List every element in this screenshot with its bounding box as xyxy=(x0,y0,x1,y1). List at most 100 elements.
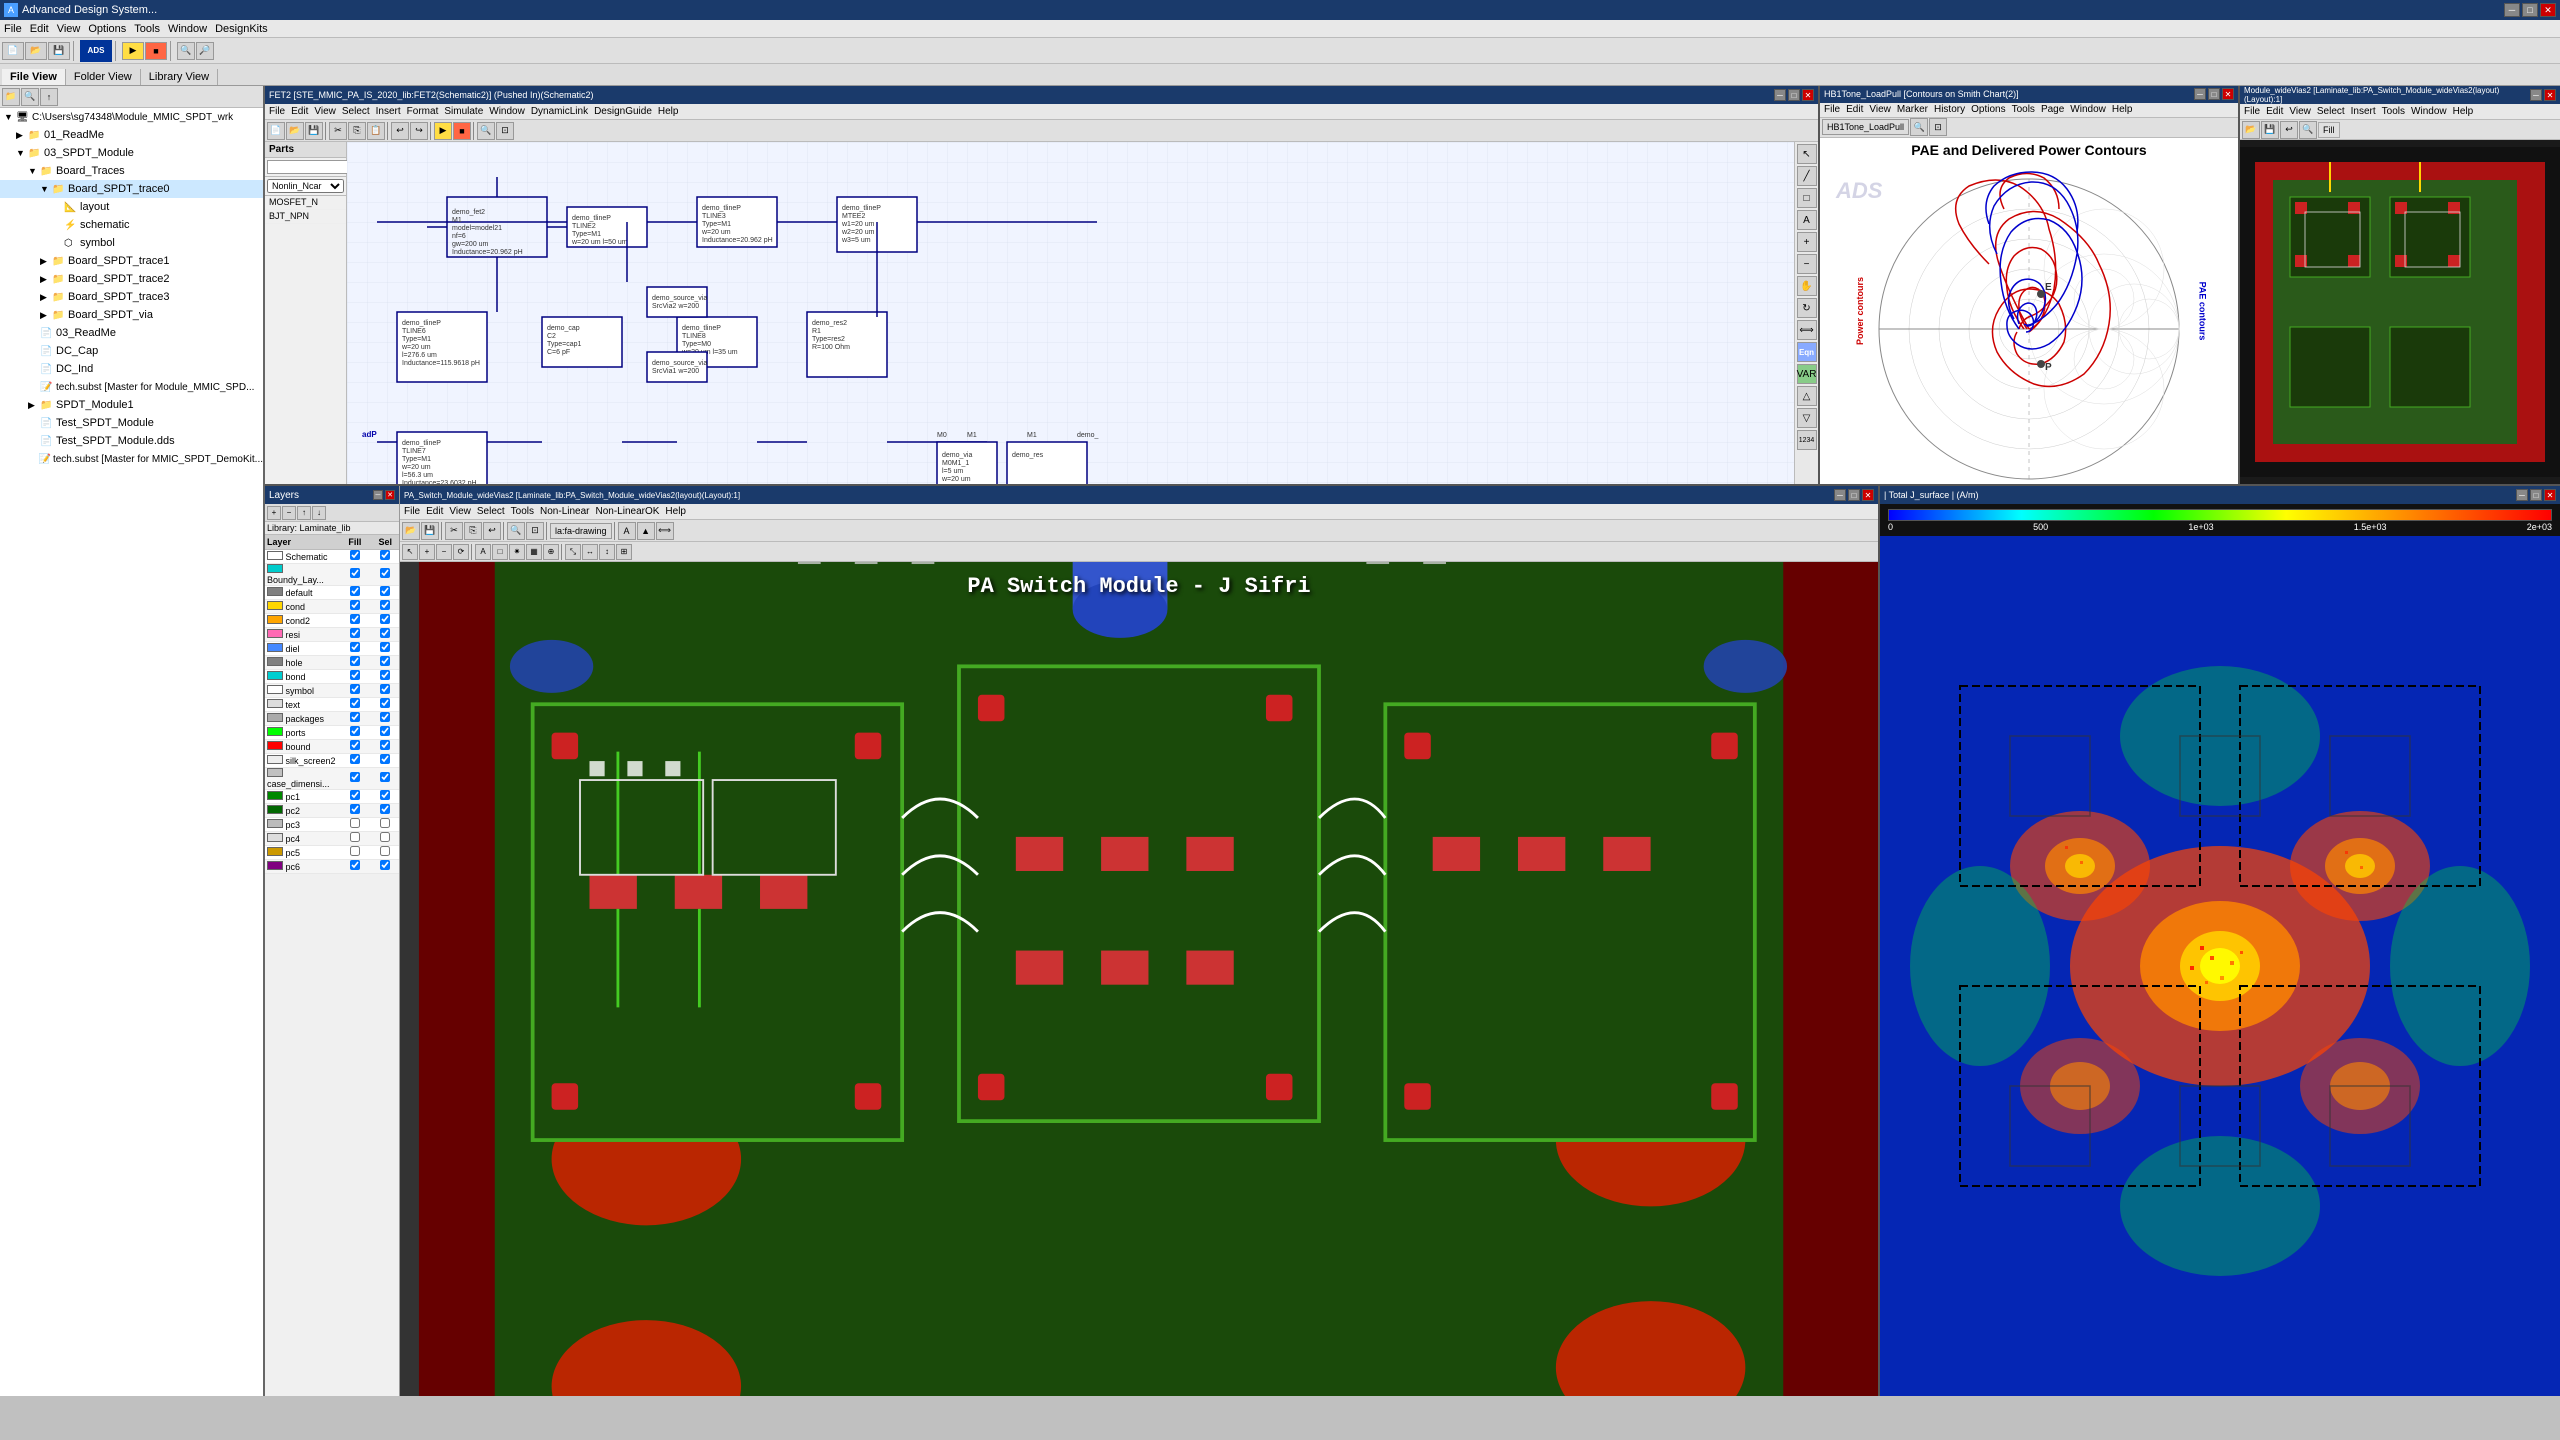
schem-menu-view[interactable]: View xyxy=(314,106,336,117)
layers-tb1[interactable]: + xyxy=(267,506,281,520)
close-btn[interactable]: ✕ xyxy=(2540,3,2556,17)
p3-tb2-11[interactable]: ↔ xyxy=(582,544,598,560)
p3-tb3[interactable]: ✂ xyxy=(445,522,463,540)
smith-menu-file[interactable]: File xyxy=(1824,104,1840,115)
tab-file-view[interactable]: File View xyxy=(2,69,66,85)
p3-tb4[interactable]: ⎘ xyxy=(464,522,482,540)
tab-library-view[interactable]: Library View xyxy=(141,69,218,85)
sim-btn[interactable]: ▶ xyxy=(122,42,144,60)
smith-min[interactable]: ─ xyxy=(2194,88,2206,100)
pal-mirror[interactable]: ⟺ xyxy=(1797,320,1817,340)
p3-tb10[interactable]: ⟺ xyxy=(656,522,674,540)
tree-item-spdt1[interactable]: ▶📁 SPDT_Module1 xyxy=(0,396,263,414)
pal-zoom-in[interactable]: + xyxy=(1797,232,1817,252)
parts-item-mosfet[interactable]: MOSFET_N xyxy=(265,196,346,210)
schem-tb-paste[interactable]: 📋 xyxy=(367,122,385,140)
schem-tb-copy[interactable]: ⎘ xyxy=(348,122,366,140)
pal-numbers[interactable]: 1234 xyxy=(1797,430,1817,450)
maximize-btn[interactable]: □ xyxy=(2522,3,2538,17)
pal-component[interactable]: □ xyxy=(1797,188,1817,208)
p3-tb1[interactable]: 📂 xyxy=(402,522,420,540)
layer-sel[interactable] xyxy=(371,753,399,767)
schem-menu-simulate[interactable]: Simulate xyxy=(444,106,483,117)
tab-folder-view[interactable]: Folder View xyxy=(66,69,141,85)
lt-tb-3[interactable]: ↩ xyxy=(2280,121,2298,139)
smith-menu-tools[interactable]: Tools xyxy=(2012,104,2035,115)
layer-sel[interactable] xyxy=(371,655,399,669)
lt-tb-4[interactable]: 🔍 xyxy=(2299,121,2317,139)
p3-tb2-6[interactable]: □ xyxy=(492,544,508,560)
p3-tb8[interactable]: A xyxy=(618,522,636,540)
schem-close[interactable]: ✕ xyxy=(1802,89,1814,101)
menu-window[interactable]: Window xyxy=(168,23,207,35)
p3-tb9[interactable]: ▲ xyxy=(637,522,655,540)
stop-btn[interactable]: ■ xyxy=(145,42,167,60)
layer-fill[interactable] xyxy=(338,789,371,803)
heatmap-max[interactable]: □ xyxy=(2530,489,2542,501)
layout-top-canvas[interactable] xyxy=(2240,140,2560,484)
layer-row[interactable]: case_dimensi... xyxy=(265,767,399,789)
p3-tb2-12[interactable]: ↕ xyxy=(599,544,615,560)
smith-menu-options[interactable]: Options xyxy=(1971,104,2005,115)
smith-menu-page[interactable]: Page xyxy=(2041,104,2064,115)
p3-tb6[interactable]: 🔍 xyxy=(507,522,525,540)
tree-item-layout[interactable]: 📐 layout xyxy=(0,198,263,216)
layer-row[interactable]: pc1 xyxy=(265,789,399,803)
tree-item-trace3[interactable]: ▶📁 Board_SPDT_trace3 xyxy=(0,288,263,306)
layer-row[interactable]: cond2 xyxy=(265,613,399,627)
tree-item-trace2[interactable]: ▶📁 Board_SPDT_trace2 xyxy=(0,270,263,288)
layer-fill[interactable] xyxy=(338,549,371,563)
smith-menu-marker[interactable]: Marker xyxy=(1897,104,1928,115)
schem-tb-redo[interactable]: ↪ xyxy=(410,122,428,140)
tree-item-test-spdt-dds[interactable]: 📄 Test_SPDT_Module.dds xyxy=(0,432,263,450)
smith-max[interactable]: □ xyxy=(2208,88,2220,100)
minimize-btn[interactable]: ─ xyxy=(2504,3,2520,17)
layer-fill[interactable] xyxy=(338,655,371,669)
schem-tb-stop[interactable]: ■ xyxy=(453,122,471,140)
menu-designkits[interactable]: DesignKits xyxy=(215,23,268,35)
layer-row[interactable]: pc5 xyxy=(265,845,399,859)
pcb3d-menu-view[interactable]: View xyxy=(449,506,471,517)
layer-row[interactable]: pc6 xyxy=(265,859,399,873)
layer-sel[interactable] xyxy=(371,789,399,803)
layer-row[interactable]: text xyxy=(265,697,399,711)
pcb3d-close[interactable]: ✕ xyxy=(1862,489,1874,501)
menu-view[interactable]: View xyxy=(57,23,81,35)
schem-max[interactable]: □ xyxy=(1788,89,1800,101)
layer-row[interactable]: diel xyxy=(265,641,399,655)
tree-item-boardtraces[interactable]: ▼📁 Board_Traces xyxy=(0,162,263,180)
lt-menu-select[interactable]: Select xyxy=(2317,106,2345,117)
new-btn[interactable]: 📄 xyxy=(2,42,24,60)
layer-fill[interactable] xyxy=(338,817,371,831)
layer-row[interactable]: symbol xyxy=(265,683,399,697)
sidebar-tb2[interactable]: 🔍 xyxy=(21,88,39,106)
schematic-canvas[interactable]: demo_fet2 M1 model=model21 nf=6 gw=200 u… xyxy=(347,142,1794,484)
layer-sel[interactable] xyxy=(371,803,399,817)
layer-sel[interactable] xyxy=(371,697,399,711)
layer-fill[interactable] xyxy=(338,641,371,655)
layer-row[interactable]: pc4 xyxy=(265,831,399,845)
smith-menu-history[interactable]: History xyxy=(1934,104,1965,115)
lt-menu-insert[interactable]: Insert xyxy=(2351,106,2376,117)
heatmap-close[interactable]: ✕ xyxy=(2544,489,2556,501)
p3-tb2-9[interactable]: ⊕ xyxy=(543,544,559,560)
layer-sel[interactable] xyxy=(371,549,399,563)
schem-menu-format[interactable]: Format xyxy=(407,106,439,117)
p3-tb2-7[interactable]: ✷ xyxy=(509,544,525,560)
smith-close[interactable]: ✕ xyxy=(2222,88,2234,100)
layer-sel[interactable] xyxy=(371,817,399,831)
schem-menu-designguide[interactable]: DesignGuide xyxy=(594,106,652,117)
layer-fill[interactable] xyxy=(338,669,371,683)
pal-var[interactable]: VAR xyxy=(1797,364,1817,384)
schem-tb-cut[interactable]: ✂ xyxy=(329,122,347,140)
p3-tb2[interactable]: 💾 xyxy=(421,522,439,540)
layer-fill[interactable] xyxy=(338,697,371,711)
p3-tb5[interactable]: ↩ xyxy=(483,522,501,540)
layer-fill[interactable] xyxy=(338,683,371,697)
layer-row[interactable]: resi xyxy=(265,627,399,641)
layer-sel[interactable] xyxy=(371,683,399,697)
schem-menu-edit[interactable]: Edit xyxy=(291,106,308,117)
layer-row[interactable]: hole xyxy=(265,655,399,669)
p3-tb2-3[interactable]: − xyxy=(436,544,452,560)
layer-fill[interactable] xyxy=(338,711,371,725)
